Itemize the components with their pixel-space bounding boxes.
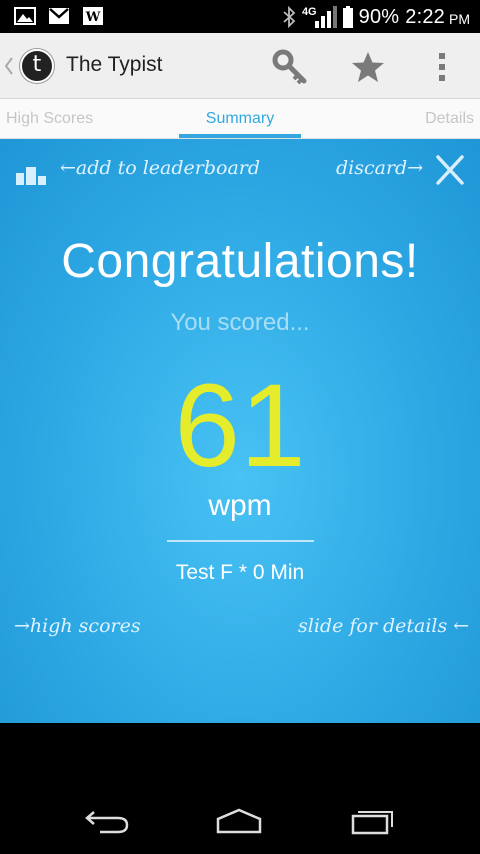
score-unit: wpm — [208, 489, 272, 522]
tab-strip: High Scores Summary Details — [0, 99, 480, 139]
battery-icon — [342, 6, 353, 28]
overflow-menu-button[interactable] — [422, 47, 462, 87]
key-icon — [272, 49, 307, 85]
summary-panel[interactable]: ←add to leaderboard discard→ Congratulat… — [0, 139, 480, 723]
action-bar: t The Typist — [0, 33, 480, 99]
home-icon — [216, 808, 262, 834]
details-link[interactable]: slide for details ← — [298, 615, 469, 637]
navigation-bar — [0, 723, 480, 854]
key-button[interactable] — [270, 47, 310, 87]
app-title[interactable]: The Typist — [66, 53, 163, 77]
up-caret-icon[interactable] — [4, 57, 14, 75]
status-bar: W 4G 90% 2:22 PM — [0, 0, 480, 33]
home-button[interactable] — [214, 805, 264, 837]
back-button[interactable] — [82, 805, 132, 837]
discard-link[interactable]: discard→ — [336, 157, 423, 179]
add-to-leaderboard-link[interactable]: ←add to leaderboard — [60, 157, 260, 179]
leaderboard-icon[interactable] — [16, 165, 46, 185]
gmail-icon — [49, 8, 69, 24]
divider — [167, 540, 314, 542]
clock-ampm: PM — [449, 11, 470, 27]
back-icon — [85, 811, 129, 834]
app-logo[interactable]: t — [20, 49, 54, 83]
high-scores-link[interactable]: →high scores — [14, 615, 141, 637]
signal-icon — [314, 6, 337, 28]
star-icon — [352, 52, 384, 82]
tab-indicator — [179, 134, 301, 138]
clock: 2:22 — [405, 5, 445, 28]
battery-percent: 90% — [358, 5, 400, 28]
congratulations-heading: Congratulations! — [61, 235, 419, 288]
recent-apps-button[interactable] — [348, 805, 398, 837]
tab-details[interactable]: Details — [425, 110, 474, 128]
wordpress-icon: W — [83, 7, 103, 25]
svg-text:W: W — [85, 10, 101, 25]
close-icon[interactable] — [434, 153, 466, 187]
overflow-menu-icon — [439, 53, 445, 81]
test-info: Test F * 0 Min — [175, 561, 305, 584]
you-scored-label: You scored... — [170, 309, 310, 336]
tab-summary[interactable]: Summary — [0, 110, 480, 128]
image-icon — [14, 7, 36, 25]
favorite-button[interactable] — [348, 47, 388, 87]
recent-apps-icon — [351, 811, 393, 835]
score-value: 61 — [174, 360, 306, 492]
bluetooth-icon — [283, 6, 296, 28]
